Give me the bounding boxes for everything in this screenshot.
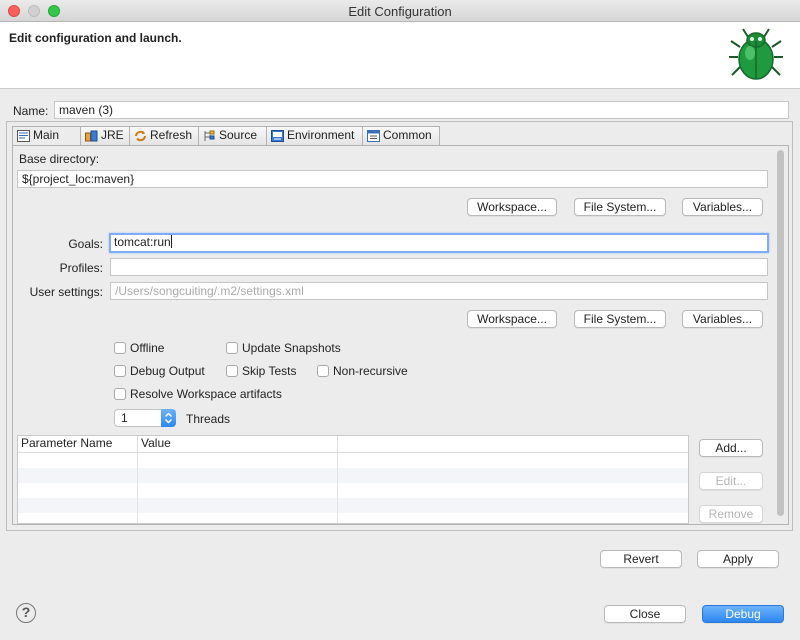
tab-refresh-label: Refresh [150, 128, 193, 142]
variables-button[interactable]: Variables... [682, 198, 763, 216]
non-recursive-checkbox[interactable] [317, 365, 329, 377]
non-recursive-label: Non-recursive [333, 364, 408, 378]
threads-value: 1 [121, 411, 128, 425]
vertical-scrollbar[interactable] [775, 148, 785, 520]
select-arrows-icon[interactable] [161, 409, 176, 427]
table-row[interactable] [18, 513, 688, 523]
tab-main[interactable]: Main [12, 126, 81, 147]
table-row[interactable] [18, 468, 688, 483]
threads-select[interactable]: 1 [114, 409, 176, 427]
resolve-workspace-checkbox[interactable] [114, 388, 126, 400]
tab-common-label: Common [383, 128, 432, 142]
updown-chevron-icon [164, 412, 173, 424]
offline-checkbox[interactable] [114, 342, 126, 354]
tab-common[interactable]: Common [362, 126, 440, 145]
goals-input[interactable]: tomcat:run [109, 233, 769, 253]
revert-button[interactable]: Revert [600, 550, 682, 568]
update-snapshots-label: Update Snapshots [242, 341, 341, 355]
goals-value: tomcat:run [114, 235, 171, 249]
tab-refresh[interactable]: Refresh [129, 126, 199, 145]
update-snapshots-checkbox[interactable] [226, 342, 238, 354]
window-title: Edit Configuration [348, 4, 452, 19]
name-field[interactable]: maven (3) [54, 101, 789, 119]
debug-output-label: Debug Output [130, 364, 205, 378]
tab-source-label: Source [219, 128, 258, 142]
scrollbar-thumb[interactable] [777, 150, 784, 516]
table-row[interactable] [18, 483, 688, 498]
profiles-input[interactable] [110, 258, 768, 276]
add-parameter-button[interactable]: Add... [699, 439, 763, 457]
common-icon [367, 130, 380, 142]
name-label: Name: [13, 104, 49, 118]
text-cursor [170, 235, 172, 248]
environment-icon [271, 130, 284, 142]
column-header-parameter-name[interactable]: Parameter Name [18, 436, 138, 453]
column-divider [337, 453, 338, 523]
threads-label: Threads [186, 412, 231, 426]
variables-button-2[interactable]: Variables... [682, 310, 763, 328]
debug-button[interactable]: Debug [702, 605, 784, 623]
help-icon[interactable]: ? [16, 603, 36, 623]
base-directory-label: Base directory: [19, 152, 100, 166]
resolve-workspace-label: Resolve Workspace artifacts [130, 387, 282, 401]
tab-jre[interactable]: JRE [80, 126, 130, 145]
refresh-icon [135, 130, 146, 142]
column-header-value[interactable]: Value [138, 436, 338, 453]
profiles-label: Profiles: [59, 261, 103, 275]
goals-label: Goals: [68, 237, 103, 251]
tab-environment-label: Environment [287, 128, 355, 142]
jre-icon [85, 130, 98, 142]
file-system-button-2[interactable]: File System... [574, 310, 666, 328]
main-tab-icon [17, 130, 30, 142]
debug-bug-icon [729, 28, 783, 80]
tab-environment[interactable]: Environment [266, 126, 363, 145]
skip-tests-checkbox[interactable] [226, 365, 238, 377]
debug-output-checkbox[interactable] [114, 365, 126, 377]
user-settings-label: User settings: [29, 285, 103, 299]
tab-source[interactable]: Source [198, 126, 267, 145]
table-row[interactable] [18, 498, 688, 513]
edit-parameter-button[interactable]: Edit... [699, 472, 763, 490]
banner-title: Edit configuration and launch. [9, 31, 182, 45]
file-system-button[interactable]: File System... [574, 198, 666, 216]
apply-button[interactable]: Apply [697, 550, 779, 568]
workspace-button[interactable]: Workspace... [467, 198, 557, 216]
source-icon [204, 130, 215, 141]
title-bar: Edit Configuration [0, 0, 800, 22]
tab-jre-label: JRE [101, 128, 124, 142]
table-row[interactable] [18, 453, 688, 468]
dialog-banner: Edit configuration and launch. [0, 22, 800, 89]
remove-parameter-button[interactable]: Remove [699, 505, 763, 523]
close-button[interactable]: Close [604, 605, 686, 623]
tab-main-label: Main [33, 128, 60, 142]
column-divider [137, 453, 138, 523]
skip-tests-label: Skip Tests [242, 364, 297, 378]
offline-label: Offline [130, 341, 165, 355]
parameters-table[interactable]: Parameter Name Value [17, 435, 689, 524]
workspace-button-2[interactable]: Workspace... [467, 310, 557, 328]
column-header-empty [338, 436, 688, 453]
user-settings-input[interactable]: /Users/songcuiting/.m2/settings.xml [110, 282, 768, 300]
base-directory-field[interactable]: ${project_loc:maven} [17, 170, 768, 188]
